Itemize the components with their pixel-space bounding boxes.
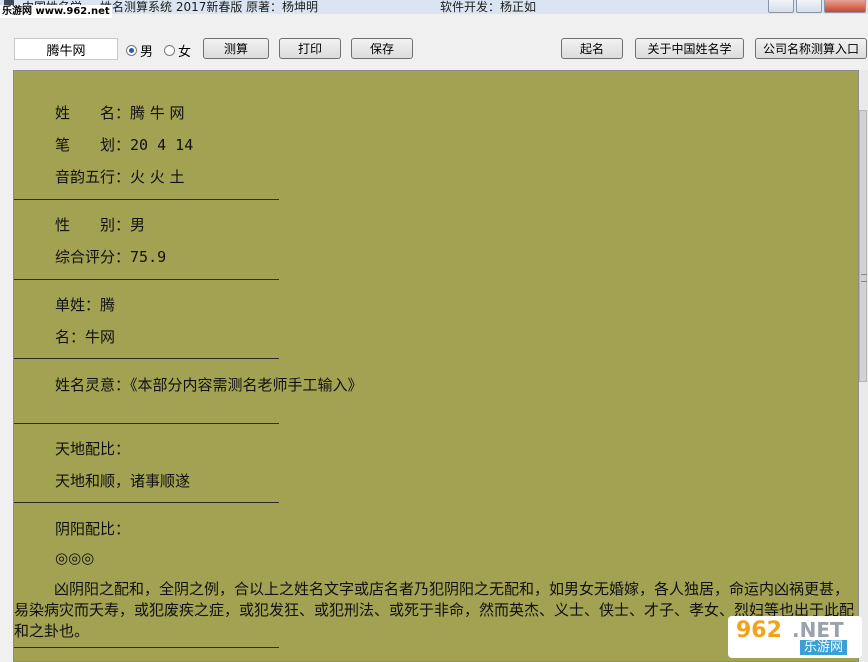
radio-male-label: 男: [140, 45, 154, 60]
meaning-label: 姓名灵意：: [55, 376, 131, 394]
name-value: 腾 牛 网: [130, 104, 185, 122]
radio-male-dot[interactable]: [126, 45, 137, 56]
given-name-value: 牛网: [85, 328, 116, 346]
calc-button[interactable]: 测算: [203, 38, 269, 59]
strokes-label: 笔 划：: [55, 136, 131, 154]
score-label: 综合评分：: [55, 248, 131, 266]
gender-label: 性 别：: [55, 216, 131, 234]
divider: [14, 502, 279, 503]
tiandi-label: 天地配比：: [55, 440, 131, 458]
tiandi-value: 天地和顺，诸事顺遂: [55, 472, 191, 490]
company-entry-button[interactable]: 公司名称测算入口: [755, 38, 867, 59]
surname-label: 单姓：: [55, 296, 101, 314]
radio-female-label: 女: [178, 45, 192, 60]
gender-row: 性 别：男: [55, 214, 145, 235]
divider: [14, 199, 279, 200]
gender-value: 男: [130, 216, 146, 234]
yinyang-symbols: ◎◎◎: [55, 549, 95, 567]
divider: [14, 279, 279, 280]
result-panel: 姓 名：腾 牛 网 笔 划：20 4 14 音韵五行：火 火 土 性 别：男 综…: [13, 70, 859, 662]
save-button[interactable]: 保存: [351, 38, 413, 59]
watermark-logo-number: 962: [736, 618, 782, 643]
title-author: 原著：杨坤明: [246, 0, 319, 14]
name-row: 姓 名：腾 牛 网: [55, 102, 185, 123]
close-button[interactable]: [824, 0, 866, 13]
meaning-value: 《本部分内容需测名老师手工输入》: [130, 376, 363, 394]
divider: [14, 358, 279, 359]
score-row: 综合评分：75.9: [55, 246, 166, 267]
surname-row: 单姓：腾: [55, 294, 115, 315]
meaning-row: 姓名灵意：《本部分内容需测名老师手工输入》: [55, 374, 363, 395]
wuxing-row: 音韵五行：火 火 土: [55, 166, 185, 187]
wuxing-label: 音韵五行：: [55, 168, 131, 186]
watermark-logo: 962 .NET 乐游网: [728, 616, 862, 658]
given-name-label: 名：: [55, 328, 86, 346]
score-value: 75.9: [130, 248, 167, 266]
scroll-grip-icon: [861, 274, 867, 282]
radio-female[interactable]: 女: [164, 41, 191, 60]
title-bar: 中国姓名学 姓名测算系统 2017新春版 原著：杨坤明 软件开发：杨正如: [0, 0, 868, 14]
watermark-logo-net: .NET: [792, 618, 844, 642]
maximize-button[interactable]: [796, 0, 822, 13]
strokes-row: 笔 划：20 4 14: [55, 134, 193, 155]
divider: [14, 647, 279, 648]
title-developer: 软件开发：杨正如: [440, 0, 537, 14]
strokes-value: 20 4 14: [130, 136, 194, 154]
title-main: 姓名测算系统 2017新春版: [100, 0, 243, 14]
radio-female-dot[interactable]: [164, 45, 175, 56]
radio-male[interactable]: 男: [126, 41, 153, 60]
minimize-button[interactable]: [768, 0, 794, 13]
divider: [14, 423, 279, 424]
wuxing-value: 火 火 土: [130, 168, 185, 186]
scroll-thumb[interactable]: [859, 110, 867, 382]
name-input[interactable]: [14, 38, 118, 60]
window-controls: [768, 0, 866, 13]
watermark-top: 乐游网 www.962.net: [0, 5, 112, 18]
name-label: 姓 名：: [55, 104, 131, 122]
yinyang-label: 阴阳配比：: [55, 520, 131, 538]
surname-value: 腾: [100, 296, 116, 314]
vertical-scrollbar[interactable]: [859, 70, 868, 662]
naming-button[interactable]: 起名: [561, 38, 623, 59]
watermark-logo-sub: 乐游网: [800, 640, 848, 655]
print-button[interactable]: 打印: [279, 38, 341, 59]
given-name-row: 名：牛网: [55, 326, 115, 347]
about-button[interactable]: 关于中国姓名学: [635, 38, 744, 59]
toolbar: 男 女 测算 打印 保存 起名 关于中国姓名学 公司名称测算入口: [0, 30, 868, 66]
